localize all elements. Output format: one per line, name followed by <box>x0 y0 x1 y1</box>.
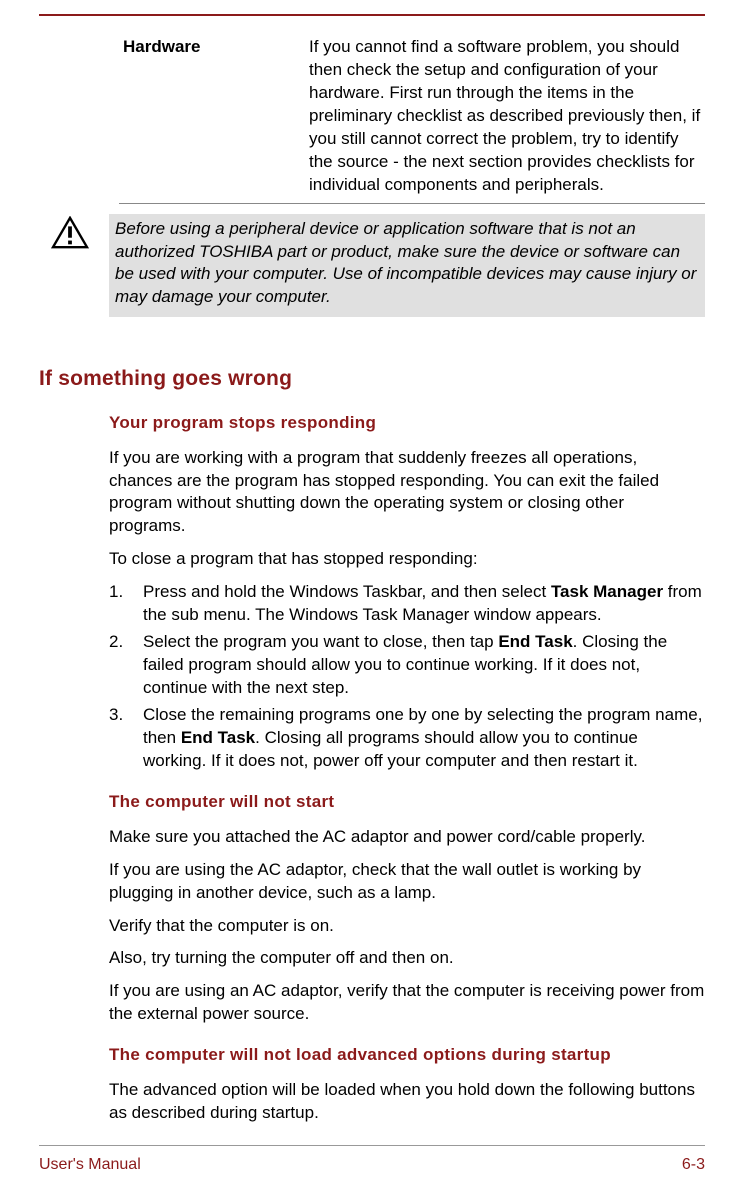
warning-icon <box>39 214 109 318</box>
page-footer: User's Manual 6-3 <box>39 1145 705 1176</box>
heading-program-stops: Your program stops responding <box>109 412 705 435</box>
bold-text: Task Manager <box>551 582 663 601</box>
bold-text: End Task <box>498 632 572 651</box>
paragraph: Verify that the computer is on. <box>109 915 705 938</box>
paragraph: If you are working with a program that s… <box>109 447 705 539</box>
list-item: Close the remaining programs one by one … <box>109 704 705 773</box>
paragraph: To close a program that has stopped resp… <box>109 548 705 571</box>
hardware-desc: If you cannot find a software problem, y… <box>309 36 705 197</box>
paragraph: Make sure you attached the AC adaptor an… <box>109 826 705 849</box>
hardware-row: Hardware If you cannot find a software p… <box>119 36 705 197</box>
bold-text: End Task <box>181 728 255 747</box>
footer-left: User's Manual <box>39 1154 141 1176</box>
steps-list: Press and hold the Windows Taskbar, and … <box>109 581 705 773</box>
list-item: Press and hold the Windows Taskbar, and … <box>109 581 705 627</box>
heading-advanced-options: The computer will not load advanced opti… <box>109 1044 705 1067</box>
heading-will-not-start: The computer will not start <box>109 791 705 814</box>
paragraph: Also, try turning the computer off and t… <box>109 947 705 970</box>
page-content: Hardware If you cannot find a software p… <box>0 16 744 1125</box>
paragraph: If you are using the AC adaptor, check t… <box>109 859 705 905</box>
hardware-label: Hardware <box>119 36 309 197</box>
footer-right: 6-3 <box>682 1154 705 1176</box>
paragraph: The advanced option will be loaded when … <box>109 1079 705 1125</box>
text: Press and hold the Windows Taskbar, and … <box>143 582 551 601</box>
warning-callout: Before using a peripheral device or appl… <box>39 214 705 318</box>
list-item: Select the program you want to close, th… <box>109 631 705 700</box>
paragraph: If you are using an AC adaptor, verify t… <box>109 980 705 1026</box>
text: Select the program you want to close, th… <box>143 632 498 651</box>
table-divider <box>119 203 705 204</box>
heading-if-something-goes-wrong: If something goes wrong <box>39 365 705 393</box>
warning-text: Before using a peripheral device or appl… <box>109 214 705 318</box>
